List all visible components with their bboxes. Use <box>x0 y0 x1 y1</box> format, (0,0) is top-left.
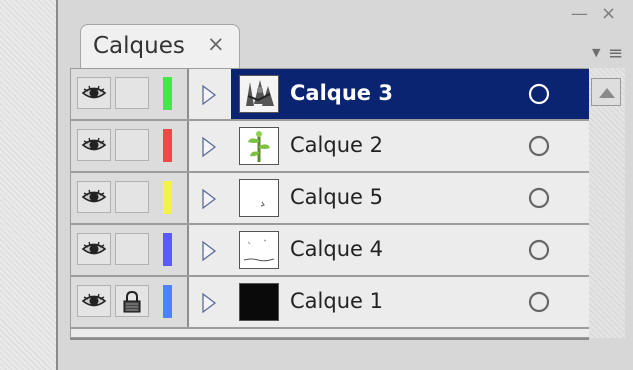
layer-row-calque-5[interactable]: Calque 5 <box>71 173 590 225</box>
close-button[interactable]: × <box>601 4 616 24</box>
layer-color-bar <box>163 285 172 318</box>
layer-controls <box>71 277 189 327</box>
layer-color-bar <box>163 129 172 162</box>
circle-icon[interactable] <box>527 186 551 210</box>
layer-controls <box>71 121 189 171</box>
tab-label: Calques <box>93 33 185 59</box>
visibility-toggle[interactable] <box>77 181 111 213</box>
layer-thumbnail <box>239 283 279 321</box>
scroll-up-button[interactable] <box>591 78 621 106</box>
layer-name: Calque 3 <box>290 81 393 105</box>
layers-scrollbar[interactable] <box>589 68 625 338</box>
circle-icon[interactable] <box>527 290 551 314</box>
layer-name: Calque 2 <box>290 133 383 157</box>
layers-panel: — × Calques × ▼ ≡ Calque 3 Calque 2 Calq… <box>56 0 633 370</box>
layer-row-calque-2[interactable]: Calque 2 <box>71 121 590 173</box>
visibility-toggle[interactable] <box>77 285 111 317</box>
layer-name: Calque 1 <box>290 289 383 313</box>
layer-color-bar <box>163 77 172 110</box>
eye-icon <box>81 241 107 255</box>
lock-toggle[interactable] <box>115 181 149 213</box>
layer-thumbnail <box>239 179 279 217</box>
layer-controls <box>71 225 189 275</box>
minimize-button[interactable]: — <box>571 4 588 24</box>
layer-color-bar <box>163 181 172 214</box>
menu-lines-icon: ≡ <box>608 43 624 64</box>
visibility-toggle[interactable] <box>77 233 111 265</box>
circle-icon[interactable] <box>527 82 551 106</box>
lock-toggle[interactable] <box>115 285 149 317</box>
trees-grayscale-thumbnail <box>240 76 278 112</box>
layer-controls <box>71 173 189 223</box>
small-mark-thumbnail <box>240 180 278 216</box>
circle-icon[interactable] <box>527 238 551 262</box>
background-margin <box>0 0 56 370</box>
eye-icon <box>81 85 107 99</box>
layer-controls <box>71 69 189 119</box>
layer-name: Calque 4 <box>290 237 383 261</box>
triangle-up-icon <box>599 88 615 98</box>
layer-row-calque-4[interactable]: Calque 4 <box>71 225 590 277</box>
visibility-toggle[interactable] <box>77 77 111 109</box>
circle-icon[interactable] <box>527 134 551 158</box>
eye-icon <box>81 293 107 307</box>
triangle-right-icon[interactable] <box>201 292 217 314</box>
triangle-right-icon[interactable] <box>201 84 217 106</box>
black-fill-thumbnail <box>240 284 278 320</box>
lock-icon <box>123 290 141 313</box>
layer-thumbnail <box>239 127 279 165</box>
triangle-right-icon[interactable] <box>201 136 217 158</box>
tab-calques[interactable]: Calques × <box>80 24 240 68</box>
layer-color-bar <box>163 233 172 266</box>
tab-close-icon[interactable]: × <box>207 32 225 56</box>
layer-thumbnail <box>239 231 279 269</box>
layer-name: Calque 5 <box>290 185 383 209</box>
layer-row-calque-3[interactable]: Calque 3 <box>71 69 590 121</box>
lock-toggle[interactable] <box>115 233 149 265</box>
eye-icon <box>81 189 107 203</box>
green-plant-thumbnail <box>240 128 278 164</box>
lock-toggle[interactable] <box>115 77 149 109</box>
layers-list: Calque 3 Calque 2 Calque 5 Calque 4 Calq… <box>70 68 590 338</box>
layer-thumbnail <box>239 75 279 113</box>
triangle-right-icon[interactable] <box>201 188 217 210</box>
panel-menu-icon[interactable]: ▼ ≡ <box>588 44 628 66</box>
sketch-line-thumbnail <box>240 232 278 268</box>
panel-bottom-divider <box>70 338 589 340</box>
visibility-toggle[interactable] <box>77 129 111 161</box>
lock-toggle[interactable] <box>115 129 149 161</box>
menu-arrow-icon: ▼ <box>592 46 601 59</box>
eye-icon <box>81 137 107 151</box>
layer-row-calque-1[interactable]: Calque 1 <box>71 277 590 329</box>
triangle-right-icon[interactable] <box>201 240 217 262</box>
